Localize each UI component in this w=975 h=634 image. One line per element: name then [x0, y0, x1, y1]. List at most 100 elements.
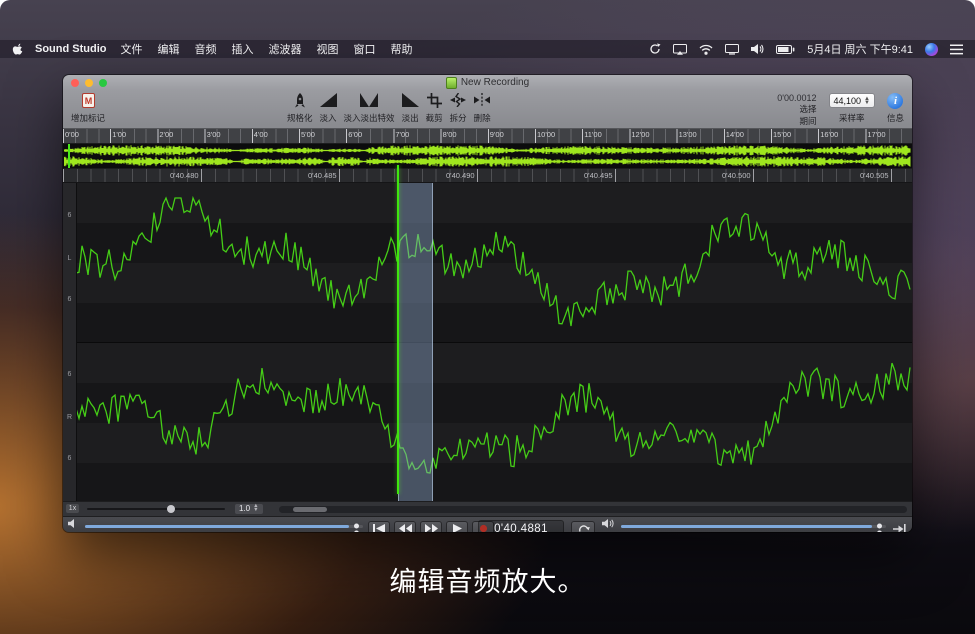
transport-bar: 100 0'40.4881 12.0	[63, 516, 912, 532]
traffic-lights	[71, 79, 107, 87]
menu-item-1[interactable]: 文件	[120, 41, 142, 57]
input-speaker-icon[interactable]	[602, 519, 615, 530]
menubar-status-area: 5月4日 周六 下午9:41	[649, 41, 963, 57]
playhead[interactable]	[397, 165, 399, 494]
selection-readout: 0'00.0012 选择 期间	[777, 91, 816, 126]
delete-button[interactable]: 删除	[474, 91, 491, 126]
title-bar[interactable]: New Recording	[63, 75, 912, 90]
zoom-ruler-label: 0'40.480	[170, 171, 199, 180]
balance-slider[interactable]	[85, 532, 363, 533]
menu-item-3[interactable]: 音频	[194, 41, 216, 57]
crossfade-button[interactable]: 淡入淡出特效	[344, 91, 395, 126]
sound-studio-window: New Recording M 增加标记 规格化	[63, 75, 912, 532]
svg-text:M: M	[84, 96, 92, 106]
timeline-label: 11'00	[584, 130, 602, 139]
info-group: i 信息	[887, 91, 904, 126]
left-channel-label: L	[63, 255, 76, 262]
edit-tools-group: 规格化 淡入 淡入淡出特效 淡出	[287, 91, 491, 126]
scale-button[interactable]: 1x	[66, 504, 79, 513]
normalize-button[interactable]: 规格化	[287, 91, 313, 126]
fade-in-button[interactable]: 淡入	[320, 91, 337, 126]
toolbar-right-group: 0'00.0012 选择 期间 44,100 ▲▼ 采样率 i 信息	[777, 91, 904, 126]
timeline-label: 15'00	[773, 130, 791, 139]
play-icon	[453, 524, 462, 532]
notification-center-icon[interactable]	[950, 44, 963, 55]
menu-item-2[interactable]: 编辑	[157, 41, 179, 57]
menu-item-7[interactable]: 窗口	[353, 41, 375, 57]
fade-out-icon	[402, 93, 419, 107]
document-icon	[446, 77, 457, 89]
split-button[interactable]: 拆分	[450, 91, 467, 126]
wifi-icon[interactable]	[699, 44, 713, 55]
menu-item-4[interactable]: 插入	[231, 41, 253, 57]
menu-item-6[interactable]: 视图	[316, 41, 338, 57]
menu-item-5[interactable]: 滤波器	[268, 41, 301, 57]
split-icon	[450, 93, 466, 107]
zoom-ruler[interactable]: 0'40.4800'40.4850'40.4900'40.4950'40.500…	[63, 169, 912, 183]
menubar-clock[interactable]: 5月4日 周六 下午9:41	[807, 41, 913, 57]
normalize-icon	[294, 93, 306, 108]
fast-forward-icon	[425, 524, 438, 532]
go-to-end-button[interactable]	[891, 519, 908, 532]
selection-region[interactable]	[398, 183, 433, 501]
overview-playhead[interactable]	[68, 144, 70, 168]
zoom-slider[interactable]	[87, 508, 225, 510]
zoom-ruler-label: 0'40.495	[584, 171, 613, 180]
horizontal-scroll-thumb[interactable]	[293, 507, 327, 512]
timeline-label: 9'00	[490, 130, 504, 139]
desktop-wallpaper: Sound Studio 文件编辑音频插入滤波器视图窗口帮助 5月4日 周六 下…	[0, 0, 975, 634]
info-label: 信息	[887, 112, 904, 124]
timeline-label: 13'00	[679, 130, 697, 139]
timeline-label: 8'00	[443, 130, 457, 139]
siri-icon[interactable]	[925, 43, 938, 56]
close-button[interactable]	[71, 79, 79, 87]
go-to-start-icon	[373, 524, 385, 532]
go-to-start-button[interactable]	[368, 521, 390, 533]
add-marker-button[interactable]: M 增加标记	[71, 91, 105, 126]
output-speaker-icon[interactable]	[68, 519, 79, 530]
input-balance-slider[interactable]	[621, 532, 886, 533]
timeline-ruler[interactable]: 0'001'002'003'004'005'006'007'008'009'00…	[63, 129, 912, 144]
window-title-group: New Recording	[446, 77, 529, 89]
zoom-button[interactable]	[99, 79, 107, 87]
menu-item-8[interactable]: 帮助	[390, 41, 412, 57]
apple-menu[interactable]	[12, 43, 23, 56]
timeline-label: 2'00	[159, 130, 173, 139]
fade-out-button[interactable]: 淡出	[402, 91, 419, 126]
volume-slider[interactable]	[85, 525, 363, 528]
selection-label: 选择	[799, 103, 816, 115]
loop-icon	[577, 523, 590, 532]
rewind-button[interactable]	[394, 521, 416, 533]
right-channel-label: R	[63, 414, 76, 421]
zoom-ruler-label: 0'40.485	[308, 171, 337, 180]
display-icon[interactable]	[725, 44, 739, 55]
sample-rate-select[interactable]: 44,100 ▲▼	[829, 93, 875, 108]
timeline-label: 17'00	[867, 130, 885, 139]
play-button[interactable]	[446, 521, 468, 533]
info-button[interactable]: i	[887, 93, 903, 109]
sync-icon[interactable]	[649, 43, 661, 55]
apple-icon	[12, 43, 23, 56]
battery-icon[interactable]	[776, 45, 795, 54]
timeline-label: 6'00	[348, 130, 362, 139]
channel-gutter: 6 L 6 6 R 6	[63, 183, 77, 501]
volume-icon[interactable]	[751, 44, 764, 54]
sample-rate-label: 采样率	[839, 112, 865, 124]
timeline-label: 5'00	[301, 130, 315, 139]
zoom-slider-thumb[interactable]	[167, 505, 175, 513]
crop-button[interactable]: 截剪	[426, 91, 443, 126]
zoom-level-select[interactable]: 1.0 ▲▼	[235, 504, 263, 514]
duration-label[interactable]: 期间	[799, 115, 816, 127]
input-slider[interactable]	[621, 525, 886, 528]
wave-editor[interactable]: 6 L 6 6 R 6	[63, 183, 912, 501]
horizontal-scrollbar[interactable]	[279, 506, 907, 513]
fast-forward-button[interactable]	[420, 521, 442, 533]
loop-button[interactable]	[571, 521, 595, 533]
timeline-label: 0'00	[65, 130, 79, 139]
zoom-ruler-label: 0'40.505	[860, 171, 889, 180]
input-level-sliders	[621, 519, 886, 532]
airplay-icon[interactable]	[673, 44, 687, 55]
menubar-app-name[interactable]: Sound Studio	[35, 43, 106, 55]
overview-strip[interactable]	[63, 144, 912, 169]
minimize-button[interactable]	[85, 79, 93, 87]
